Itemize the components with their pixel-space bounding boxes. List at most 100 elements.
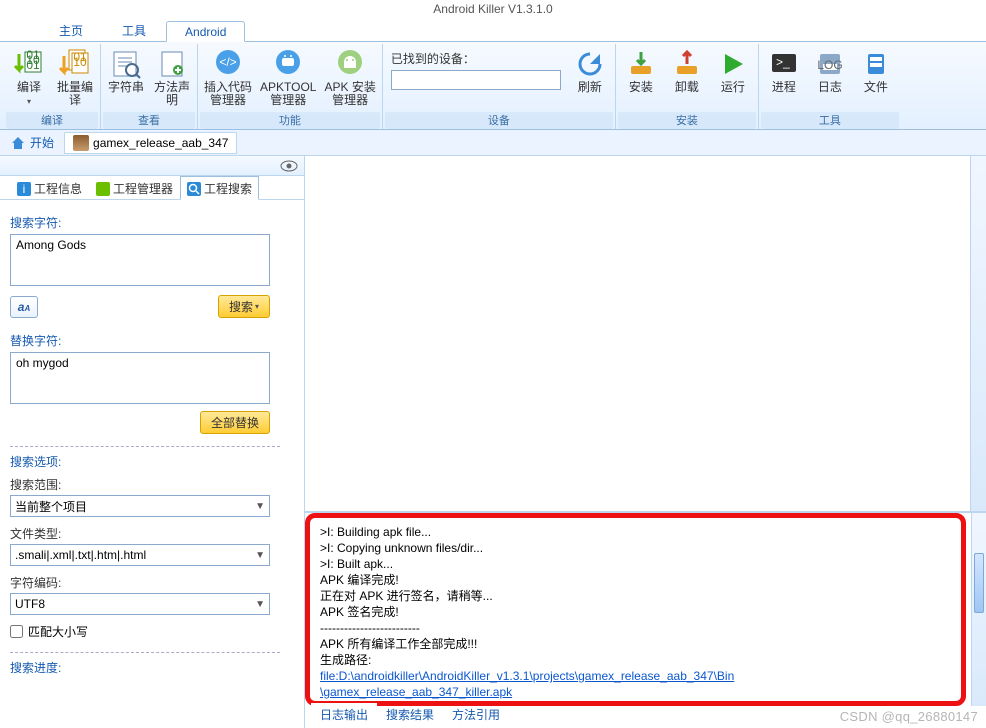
method-icon [156,48,188,80]
replace-input[interactable]: oh mygod [10,352,270,404]
batch-compile-button[interactable]: 0110 批量编 译 [52,46,98,109]
menu-tabs: 主页 工具 Android [0,20,986,42]
home-tab[interactable]: 开始 [4,131,60,154]
file-button[interactable]: 文件 [853,46,899,96]
svg-text:10: 10 [73,55,87,69]
info-icon: i [17,182,31,196]
output-panel: >I: Building apk file... >I: Copying unk… [305,512,986,728]
match-case-checkbox[interactable]: 匹配大小写 [10,623,294,640]
tab-project-manager[interactable]: 工程管理器 [89,176,180,199]
sidebar-toggle[interactable] [0,156,304,176]
menu-tab-tools[interactable]: 工具 [103,18,165,41]
output-tab-log[interactable]: 日志输出 [311,703,377,726]
project-tab[interactable]: gamex_release_aab_347 [64,132,237,154]
terminal-icon: >_ [768,48,800,80]
ribbon-group-title: 查看 [103,112,195,129]
file-label: 文件 [864,81,888,94]
ribbon-group-title: 工具 [761,112,899,129]
svg-text:LOG: LOG [817,58,842,72]
encoding-select[interactable]: UTF8▼ [10,593,270,615]
log-button[interactable]: LOG 日志 [807,46,853,96]
menu-tab-android[interactable]: Android [166,21,245,42]
sidebar: i工程信息 工程管理器 工程搜索 搜索字符: Among Gods aA 搜索 … [0,156,305,728]
ribbon-group-title: 编译 [6,112,98,129]
scope-label: 搜索范围: [10,476,294,493]
string-button[interactable]: 字符串 [103,46,149,96]
tab-project-info[interactable]: i工程信息 [10,176,89,199]
log-link[interactable]: \gamex_release_aab_347_killer.apk [320,684,951,700]
found-device-label: 已找到的设备： [391,50,561,67]
log-line: APK 编译完成! [320,572,951,588]
inject-code-button[interactable]: </> 插入代码 管理器 [200,46,256,109]
log-line: APK 所有编译工作全部完成!!! [320,636,951,652]
scrollbar[interactable] [971,513,986,706]
strings-icon [110,48,142,80]
log-line: >I: Copying unknown files/dir... [320,540,951,556]
apktool-manager-button[interactable]: APKTOOL 管理器 [256,46,320,109]
replace-chars-label: 替换字符: [10,332,294,349]
process-button[interactable]: >_ 进程 [761,46,807,96]
refresh-button[interactable]: 刷新 [567,46,613,96]
home-tab-label: 开始 [30,134,54,151]
chevron-down-icon: ▼ [255,599,265,610]
search-button[interactable]: 搜索 ▾ [218,295,270,318]
search-input[interactable]: Among Gods [10,234,270,286]
compile-icon: 011001 [13,48,45,80]
window-title: Android Killer V1.3.1.0 [0,0,986,20]
refresh-label: 刷新 [578,81,602,94]
chevron-down-icon: ▼ [255,501,265,512]
project-tab-label: gamex_release_aab_347 [93,136,228,150]
string-label: 字符串 [108,81,144,94]
scope-select[interactable]: 当前整个项目 ▼ [10,495,270,517]
filetype-select[interactable]: .smali|.xml|.txt|.htm|.html▼ [10,544,270,566]
scrollbar-thumb[interactable] [974,553,984,613]
output-tab-methodref[interactable]: 方法引用 [443,703,509,726]
batch-compile-icon: 0110 [59,48,91,80]
output-tabs: 日志输出 搜索结果 方法引用 [311,703,509,726]
batch-compile-label: 批量编 译 [57,81,93,107]
log-line: 正在对 APK 进行签名，请稍等... [320,588,951,604]
match-case-label: 匹配大小写 [28,623,88,640]
main-area: i工程信息 工程管理器 工程搜索 搜索字符: Among Gods aA 搜索 … [0,156,986,728]
encoding-label: 字符编码: [10,574,294,591]
editor-pane: >I: Building apk file... >I: Copying unk… [305,156,986,728]
apk-install-manager-button[interactable]: APK 安装 管理器 [320,46,379,109]
play-icon [717,48,749,80]
ribbon-group-title: 安装 [618,112,756,129]
match-case-input[interactable] [10,625,23,638]
eye-icon [280,160,298,172]
sidebar-tabs: i工程信息 工程管理器 工程搜索 [0,176,304,200]
file-tabs: 开始 gamex_release_aab_347 [0,130,986,156]
device-input[interactable] [391,70,561,90]
home-icon [10,135,26,151]
log-line: ------------------------- [320,620,951,636]
method-decl-button[interactable]: 方法声 明 [149,46,195,109]
search-progress-label: 搜索进度: [10,659,294,676]
ribbon-group-function: </> 插入代码 管理器 APKTOOL 管理器 APK 安装 管理器 功能 [198,44,383,129]
compile-button[interactable]: 011001 编译▾ [6,46,52,110]
replace-all-button[interactable]: 全部替换 [200,411,270,434]
scope-value: 当前整个项目 [15,498,87,515]
install-button[interactable]: 安装 [618,46,664,96]
search-chars-label: 搜索字符: [10,214,294,231]
search-icon [187,182,201,196]
apkinstall-label: APK 安装 管理器 [324,81,375,107]
tab-label: 工程搜索 [204,180,252,197]
uninstall-button[interactable]: 卸载 [664,46,710,96]
log-line: APK 签名完成! [320,604,951,620]
ribbon-group-tools: >_ 进程 LOG 日志 文件 工具 [759,44,901,129]
font-icon: aA [18,300,30,314]
method-label: 方法声 明 [154,81,190,107]
separator [10,446,280,447]
output-tab-results[interactable]: 搜索结果 [377,703,443,726]
log-link[interactable]: file:D:\androidkiller\AndroidKiller_v1.3… [320,668,951,684]
run-button[interactable]: 运行 [710,46,756,96]
menu-tab-home[interactable]: 主页 [40,18,102,41]
file-cabinet-icon [860,48,892,80]
font-options-button[interactable]: aA [10,296,38,318]
log-label: 日志 [818,81,842,94]
tab-project-search[interactable]: 工程搜索 [180,176,259,200]
log-output[interactable]: >I: Building apk file... >I: Copying unk… [305,513,966,706]
inject-label: 插入代码 管理器 [204,81,252,107]
svg-text:</>: </> [219,55,236,69]
